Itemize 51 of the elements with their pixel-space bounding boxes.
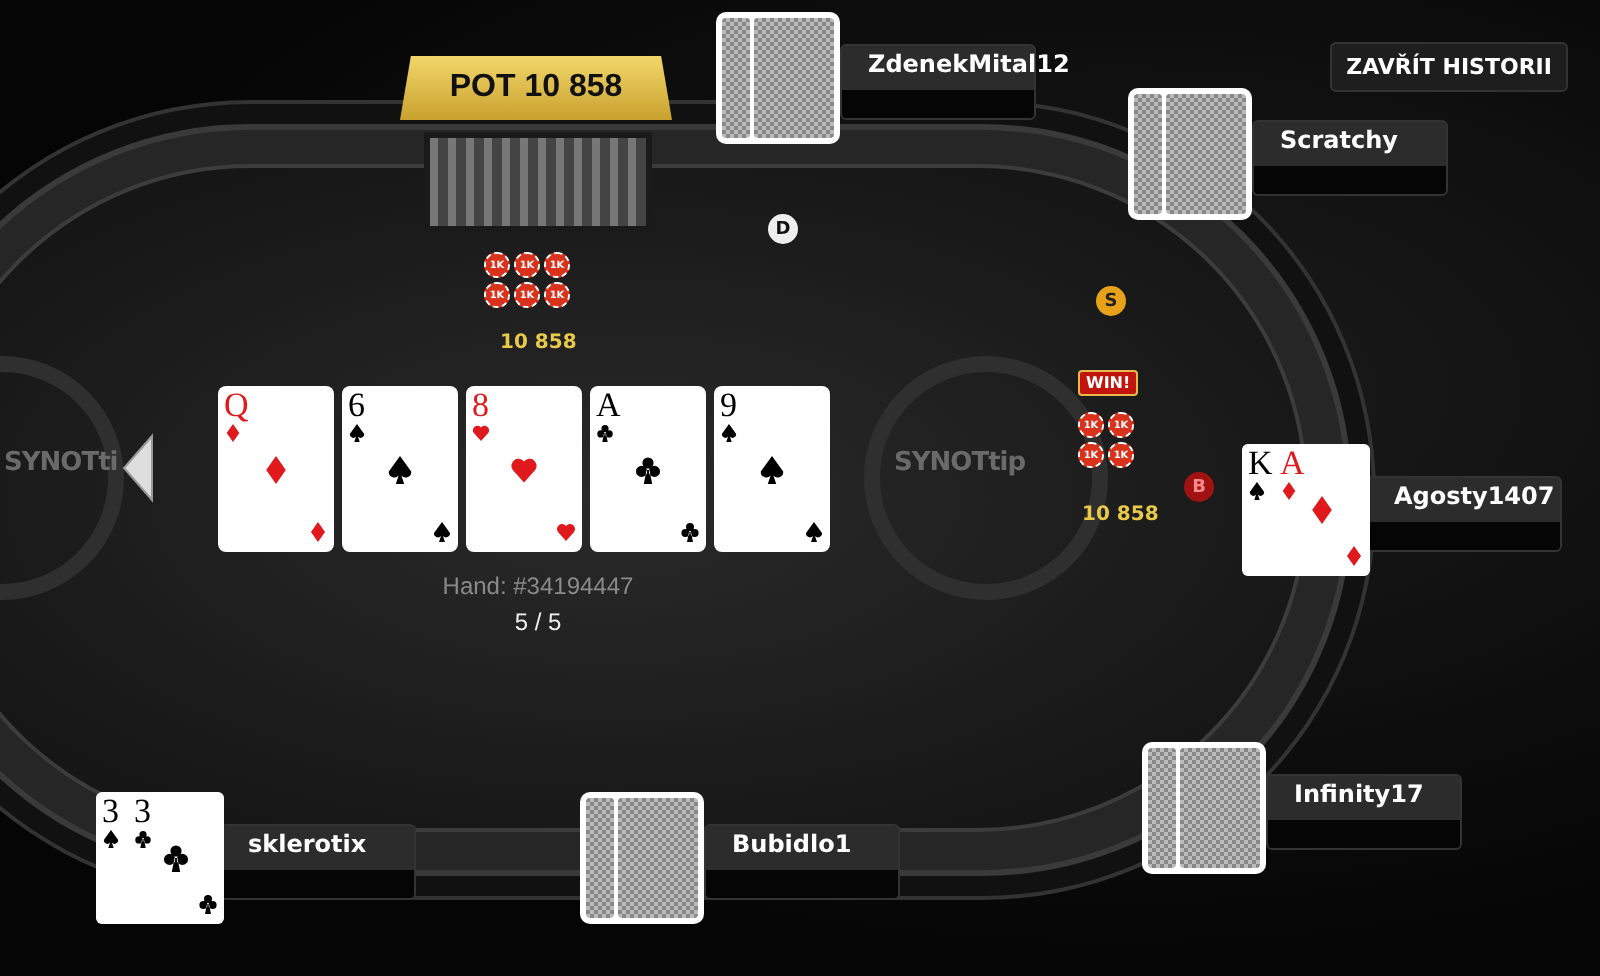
face-down-cards	[1128, 88, 1252, 220]
player-name: ZdenekMital12	[868, 50, 1070, 78]
club-icon	[134, 830, 152, 848]
hand-number: Hand: #34194447	[440, 572, 636, 600]
card-rank: Q	[224, 388, 249, 422]
card-rank: 8	[472, 388, 489, 422]
close-history-button[interactable]: ZAVŘÍT HISTORII	[1330, 42, 1568, 92]
card-rank: A	[596, 388, 621, 422]
heart-icon	[472, 424, 490, 442]
heart-icon	[510, 455, 538, 483]
pot-amount: 10 858	[500, 332, 577, 354]
spade-icon	[1248, 482, 1266, 500]
spade-icon	[386, 455, 414, 483]
step-counter: 5 / 5	[512, 608, 564, 636]
face-down-cards	[1142, 742, 1266, 874]
spade-icon	[432, 522, 452, 542]
card-rank: 6	[348, 388, 365, 422]
player-name: Scratchy	[1280, 126, 1398, 154]
spade-icon	[102, 830, 120, 848]
win-badge: WIN!	[1078, 370, 1139, 396]
face-down-cards	[716, 12, 840, 144]
card-rank: K	[1248, 446, 1273, 480]
card-rank: 3	[134, 794, 151, 828]
player-name: Agosty1407	[1394, 482, 1555, 510]
club-icon	[634, 455, 662, 483]
club-icon	[596, 424, 614, 442]
face-down-cards	[580, 792, 704, 924]
table-logo: SYNOTti	[4, 448, 118, 478]
win-amount: 10 858	[1082, 504, 1159, 526]
diamond-icon	[224, 424, 242, 442]
diamond-icon	[262, 455, 290, 483]
player-name: sklerotix	[248, 830, 367, 858]
card-rank: A	[1280, 446, 1305, 480]
spade-icon	[348, 424, 366, 442]
table-logo: SYNOTtip	[894, 448, 1026, 478]
diamond-icon	[1308, 496, 1336, 524]
club-icon	[198, 894, 218, 914]
spade-icon	[720, 424, 738, 442]
player-name: Infinity17	[1294, 780, 1424, 808]
card-rank: 9	[720, 388, 737, 422]
card-rank: 3	[102, 794, 119, 828]
spade-icon	[758, 455, 786, 483]
club-icon	[162, 844, 190, 872]
diamond-icon	[1280, 482, 1298, 500]
pot-banner: POT 10 858	[400, 56, 672, 120]
diamond-icon	[308, 522, 328, 542]
spade-icon	[804, 522, 824, 542]
player-name: Bubidlo1	[732, 830, 852, 858]
heart-icon	[556, 522, 576, 542]
club-icon	[680, 522, 700, 542]
diamond-icon	[1344, 546, 1364, 566]
